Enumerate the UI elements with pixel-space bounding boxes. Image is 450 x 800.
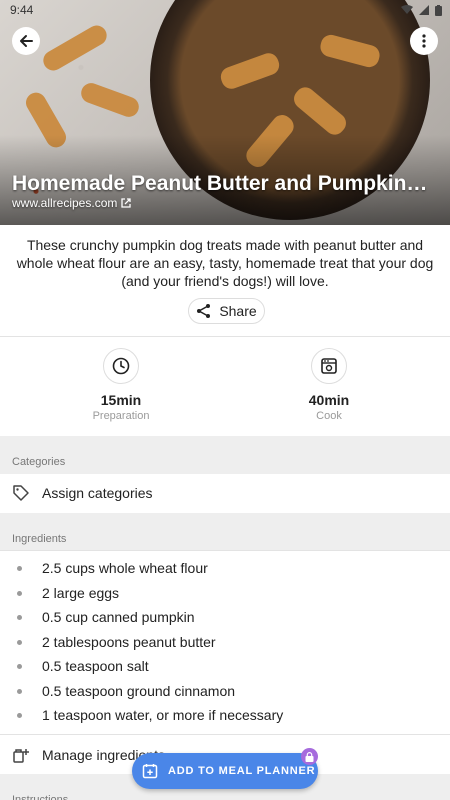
share-button[interactable]: Share <box>188 298 265 324</box>
external-link-icon <box>121 198 132 208</box>
ingredient-item: 2 tablespoons peanut butter <box>0 630 450 655</box>
categories-header: Categories <box>0 436 450 474</box>
divider <box>0 336 450 337</box>
cook-value: 40min <box>308 392 350 408</box>
status-time: 9:44 <box>10 3 34 17</box>
lock-icon <box>305 751 314 762</box>
back-button[interactable] <box>12 27 40 55</box>
status-bar: 9:44 <box>0 0 450 20</box>
preparation-value: 15min <box>100 392 142 408</box>
wifi-icon <box>401 5 413 14</box>
ingredient-item: 2 large eggs <box>0 581 450 606</box>
arrow-left-icon <box>20 35 33 47</box>
ingredient-item: 0.5 teaspoon salt <box>0 654 450 679</box>
more-vertical-icon <box>422 34 426 48</box>
recipe-hero-image: Homemade Peanut Butter and Pumpkin… www.… <box>0 0 450 225</box>
cook-label: Cook <box>316 410 342 422</box>
premium-lock-badge <box>301 748 318 765</box>
assign-categories-label: Assign categories <box>42 485 153 501</box>
ingredients-header: Ingredients <box>0 513 450 551</box>
assign-categories-row[interactable]: Assign categories <box>0 474 450 512</box>
share-icon <box>197 304 211 318</box>
battery-icon <box>435 4 442 16</box>
ingredient-item: 0.5 cup canned pumpkin <box>0 605 450 630</box>
recipe-description: These crunchy pumpkin dog treats made wi… <box>16 237 434 289</box>
ingredient-item: 0.5 teaspoon ground cinnamon <box>0 679 450 704</box>
add-to-meal-planner-button[interactable]: ADD TO MEAL PLANNER <box>132 753 318 789</box>
grocery-bag-icon <box>13 749 29 763</box>
preparation-label: Preparation <box>92 410 150 422</box>
cook-time: 40min Cook <box>269 348 389 422</box>
add-to-meal-planner-label: ADD TO MEAL PLANNER <box>168 765 316 777</box>
ingredients-list: 2.5 cups whole wheat flour 2 large eggs … <box>0 556 450 728</box>
tag-icon <box>13 485 29 501</box>
more-options-button[interactable] <box>410 27 438 55</box>
signal-icon <box>419 5 429 15</box>
ingredient-item: 2.5 cups whole wheat flour <box>0 556 450 581</box>
clock-icon <box>112 357 130 375</box>
oven-icon <box>321 358 337 374</box>
recipe-source-link[interactable]: www.allrecipes.com <box>12 196 132 210</box>
recipe-title: Homemade Peanut Butter and Pumpkin… <box>12 172 428 195</box>
preparation-time: 15min Preparation <box>61 348 181 422</box>
share-label: Share <box>219 303 257 319</box>
calendar-add-icon <box>142 764 158 779</box>
ingredient-item: 1 teaspoon water, or more if necessary <box>0 703 450 728</box>
source-url: www.allrecipes.com <box>12 196 118 210</box>
